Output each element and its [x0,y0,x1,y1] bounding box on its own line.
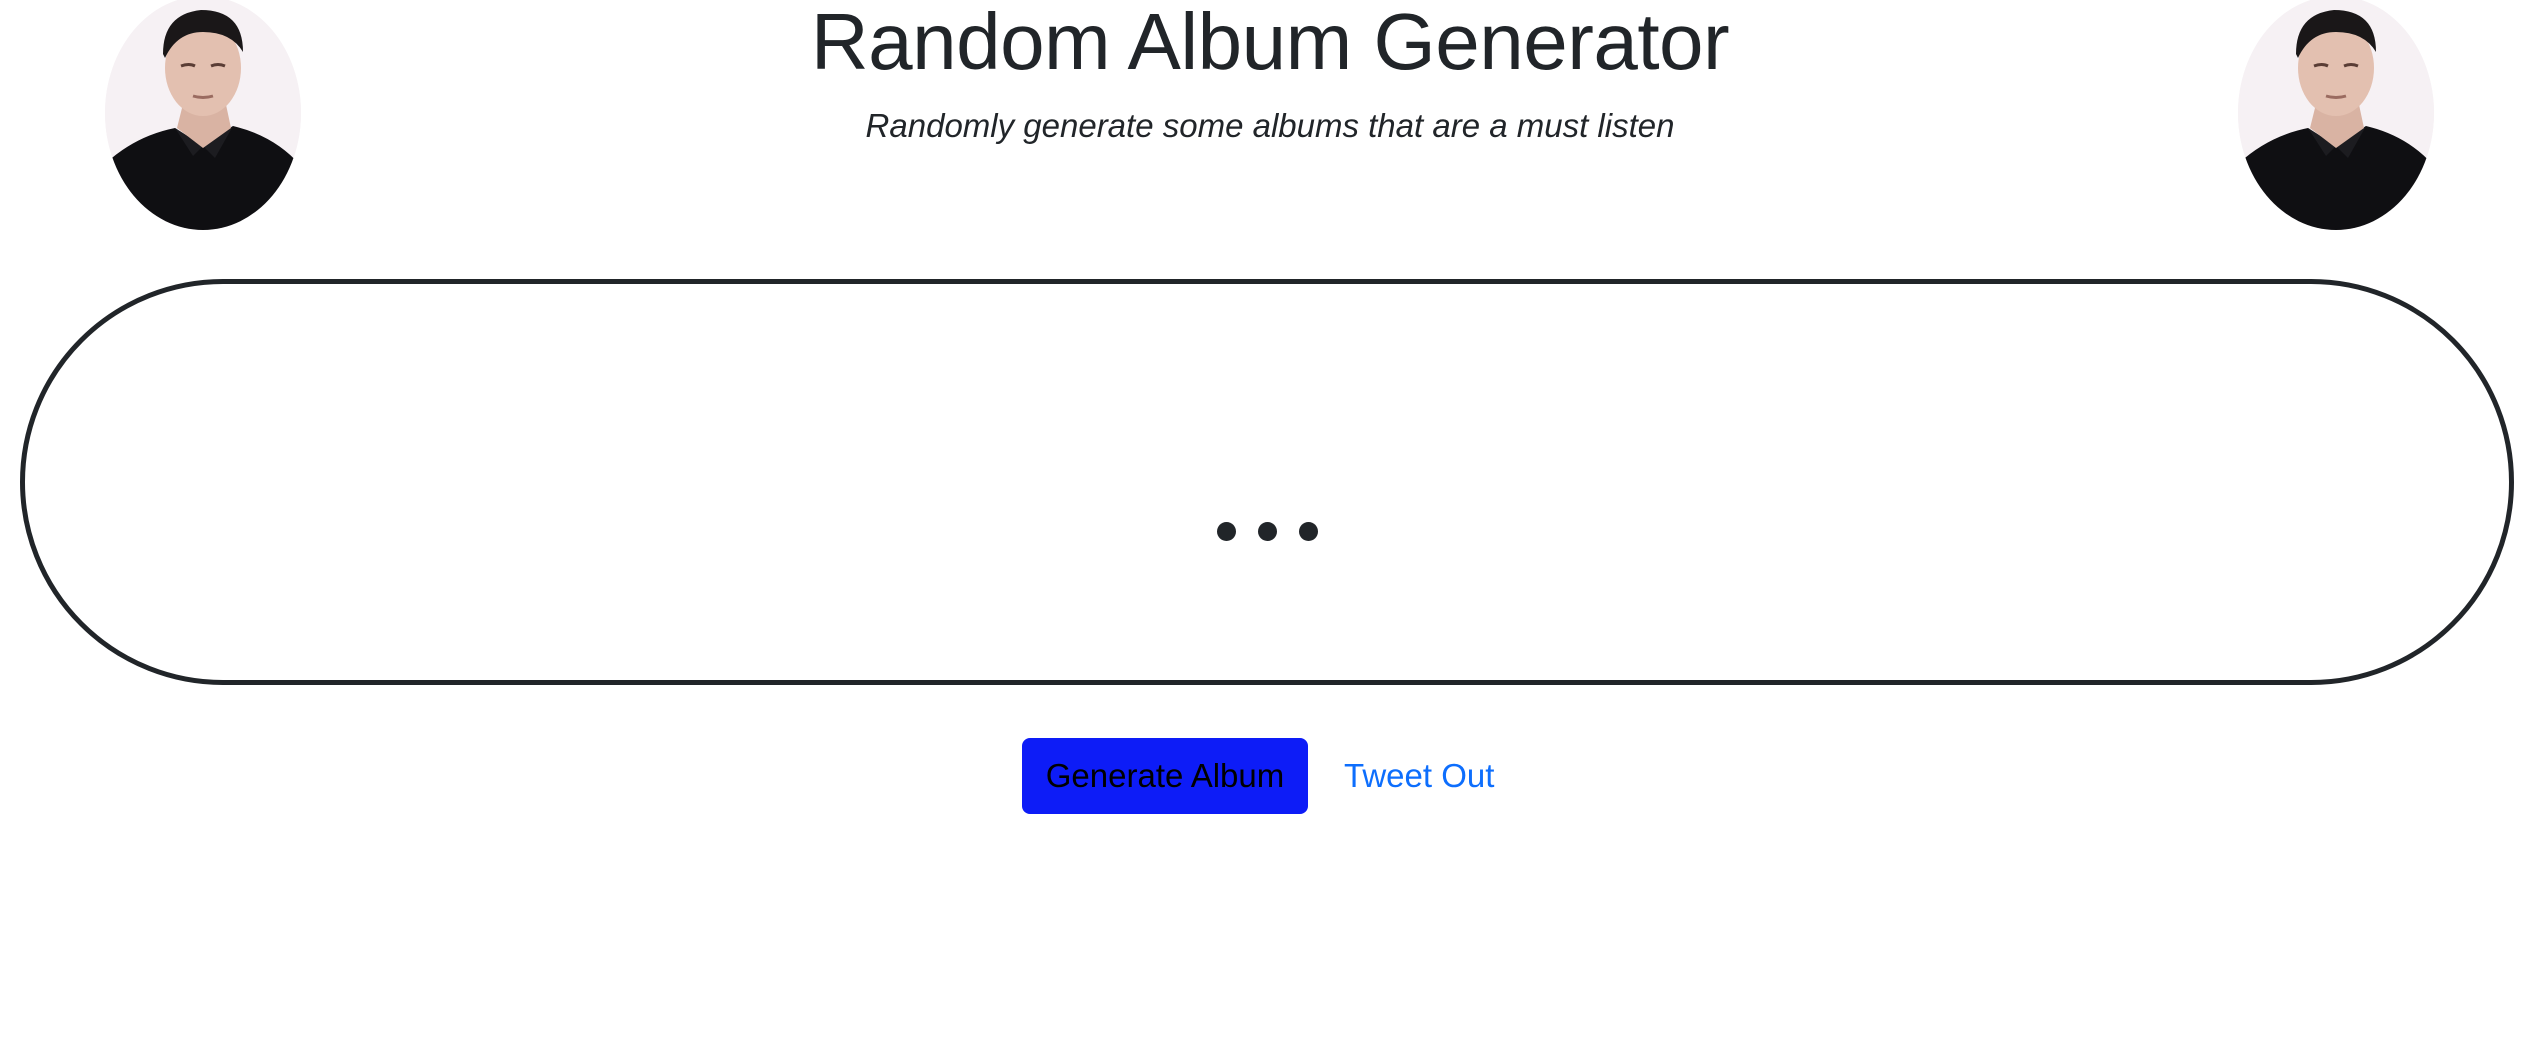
page-title: Random Album Generator [810,0,1730,86]
loading-dot [1257,522,1277,541]
album-display [20,279,2514,685]
loading-dot [1298,522,1318,541]
loading-dots-icon [25,522,2509,541]
actions-bar: Generate Album Tweet Out [1022,738,1494,814]
loading-dot [1216,522,1236,541]
tweet-out-link[interactable]: Tweet Out [1344,757,1494,795]
generate-album-button[interactable]: Generate Album [1022,738,1308,814]
page-subtitle: Randomly generate some albums that are a… [865,107,1675,144]
